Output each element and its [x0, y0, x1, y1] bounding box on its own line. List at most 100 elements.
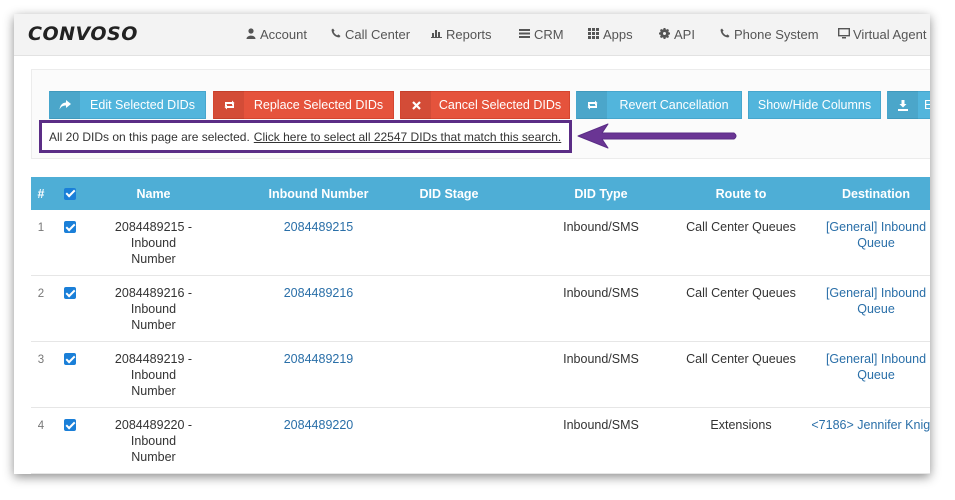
- nav-account[interactable]: Account: [245, 27, 307, 42]
- edit-selected-dids-label: Edit Selected DIDs: [90, 98, 195, 112]
- download-icon: [888, 91, 918, 119]
- row-checkbox[interactable]: [64, 287, 76, 299]
- nav-reports[interactable]: Reports: [431, 27, 492, 42]
- nav-call-center[interactable]: Call Center: [330, 27, 410, 42]
- row-index: 2: [37, 288, 45, 300]
- row-name-line1: 2084489220 - Inbound: [114, 418, 193, 448]
- show-hide-columns-label: Show/Hide Columns: [757, 98, 872, 112]
- nav-account-label: Account: [260, 27, 307, 42]
- app-window: CONVOSO Account Call Center Reports CRM: [14, 14, 930, 474]
- col-did-type-header[interactable]: DID Type: [541, 177, 661, 210]
- col-name-header[interactable]: Name: [111, 177, 196, 210]
- row-route-to: Call Center Queues: [686, 220, 796, 234]
- table-row: 4 2084489220 - Inbound Number 2084489220…: [31, 408, 930, 474]
- row-name: 2084489216 - Inbound Number: [101, 285, 206, 333]
- row-index: 1: [37, 222, 45, 234]
- col-route-to-header[interactable]: Route to: [681, 177, 801, 210]
- nav-virtual-agent[interactable]: Virtual Agent: [837, 27, 927, 42]
- row-name-line1: 2084489216 - Inbound: [114, 286, 193, 316]
- row-name-line1: 2084489219 - Inbound: [114, 352, 193, 382]
- phone-icon: [719, 28, 730, 41]
- close-icon: [401, 91, 431, 119]
- table-row: 1 2084489215 - Inbound Number 2084489215…: [31, 210, 930, 276]
- col-destination-header[interactable]: Destination: [811, 177, 930, 210]
- row-inbound-number-link[interactable]: 2084489220: [246, 417, 391, 433]
- row-route-to: Call Center Queues: [686, 286, 796, 300]
- row-destination-line1: [General] Inbound: [825, 220, 927, 234]
- row-destination-link[interactable]: [General] Inbound Queue: [811, 285, 930, 317]
- col-did-stage-header[interactable]: DID Stage: [399, 177, 499, 210]
- replace-selected-dids-label: Replace Selected DIDs: [253, 98, 384, 112]
- selection-message-box: All 20 DIDs on this page are selected. C…: [39, 120, 572, 153]
- row-name-line1: 2084489215 - Inbound: [114, 220, 193, 250]
- row-did-type: Inbound/SMS: [563, 352, 639, 366]
- bar-chart-icon: [431, 28, 442, 41]
- nav-virtual-agent-label: Virtual Agent: [853, 27, 927, 42]
- nav-phone-system-label: Phone System: [734, 27, 819, 42]
- selection-message: All 20 DIDs on this page are selected.: [49, 129, 250, 144]
- row-destination-line1: [General] Inbound: [825, 286, 927, 300]
- row-route-to: Extensions: [710, 418, 772, 432]
- show-hide-columns-button[interactable]: Show/Hide Columns: [748, 91, 881, 119]
- col-inbound-number-header[interactable]: Inbound Number: [246, 177, 391, 210]
- row-name-line2: Number: [131, 252, 176, 266]
- list-icon: [519, 28, 530, 41]
- row-destination-link[interactable]: [General] Inbound Queue: [811, 351, 930, 383]
- annotation-arrow-icon: [577, 123, 737, 149]
- select-all-link[interactable]: Click here to select all 22547 DIDs that…: [254, 130, 561, 144]
- table-header: # Name Inbound Number DID Stage DID Type…: [31, 177, 930, 210]
- retweet-icon: [214, 91, 244, 119]
- row-did-type: Inbound/SMS: [563, 220, 639, 234]
- row-name: 2084489215 - Inbound Number: [101, 219, 206, 267]
- col-select-header[interactable]: [64, 177, 76, 210]
- export-button[interactable]: E: [887, 91, 930, 119]
- retweet-icon: [577, 91, 607, 119]
- row-destination-link[interactable]: [General] Inbound Queue: [811, 219, 930, 251]
- row-destination-line2: Queue: [857, 236, 895, 250]
- row-checkbox[interactable]: [64, 221, 76, 233]
- row-did-type: Inbound/SMS: [563, 418, 639, 432]
- export-label: E: [924, 98, 930, 112]
- row-route-to: Call Center Queues: [686, 352, 796, 366]
- logo: CONVOSO: [28, 23, 138, 45]
- row-name-line2: Number: [131, 450, 176, 464]
- revert-cancellation-label: Revert Cancellation: [619, 98, 729, 112]
- nav-api-label: API: [674, 27, 695, 42]
- table-row: 2 2084489216 - Inbound Number 2084489216…: [31, 276, 930, 342]
- row-name-line2: Number: [131, 384, 176, 398]
- grid-icon: [588, 27, 599, 42]
- revert-cancellation-button[interactable]: Revert Cancellation: [576, 91, 742, 119]
- nav-reports-label: Reports: [446, 27, 492, 42]
- nav-phone-system[interactable]: Phone System: [719, 27, 819, 42]
- row-checkbox[interactable]: [64, 419, 76, 431]
- gear-icon: [659, 27, 670, 42]
- select-all-checkbox[interactable]: [64, 187, 76, 200]
- nav-apps-label: Apps: [603, 27, 633, 42]
- nav-crm-label: CRM: [534, 27, 564, 42]
- replace-selected-dids-button[interactable]: Replace Selected DIDs: [213, 91, 394, 119]
- row-inbound-number-link[interactable]: 2084489219: [246, 351, 391, 367]
- row-inbound-number-link[interactable]: 2084489215: [246, 219, 391, 235]
- row-checkbox[interactable]: [64, 353, 76, 365]
- user-icon: [245, 27, 256, 42]
- col-index-header: #: [37, 186, 45, 201]
- row-destination-line2: Queue: [857, 368, 895, 382]
- row-name-line2: Number: [131, 318, 176, 332]
- nav-api[interactable]: API: [659, 27, 695, 42]
- row-destination-link[interactable]: <7186> Jennifer Knight: [806, 417, 930, 433]
- nav-apps[interactable]: Apps: [588, 27, 633, 42]
- nav-call-center-label: Call Center: [345, 27, 411, 42]
- row-index: 4: [37, 420, 45, 432]
- top-nav: CONVOSO Account Call Center Reports CRM: [14, 14, 930, 56]
- edit-selected-dids-button[interactable]: Edit Selected DIDs: [49, 91, 206, 119]
- row-name: 2084489220 - Inbound Number: [101, 417, 206, 465]
- row-index: 3: [37, 354, 45, 366]
- share-icon: [50, 91, 80, 119]
- cancel-selected-dids-button[interactable]: Cancel Selected DIDs: [400, 91, 570, 119]
- nav-crm[interactable]: CRM: [519, 27, 564, 42]
- table-row: 3 2084489219 - Inbound Number 2084489219…: [31, 342, 930, 408]
- row-destination-line1: <7186> Jennifer Knight: [811, 418, 930, 432]
- cancel-selected-dids-label: Cancel Selected DIDs: [438, 98, 562, 112]
- row-inbound-number-link[interactable]: 2084489216: [246, 285, 391, 301]
- row-did-type: Inbound/SMS: [563, 286, 639, 300]
